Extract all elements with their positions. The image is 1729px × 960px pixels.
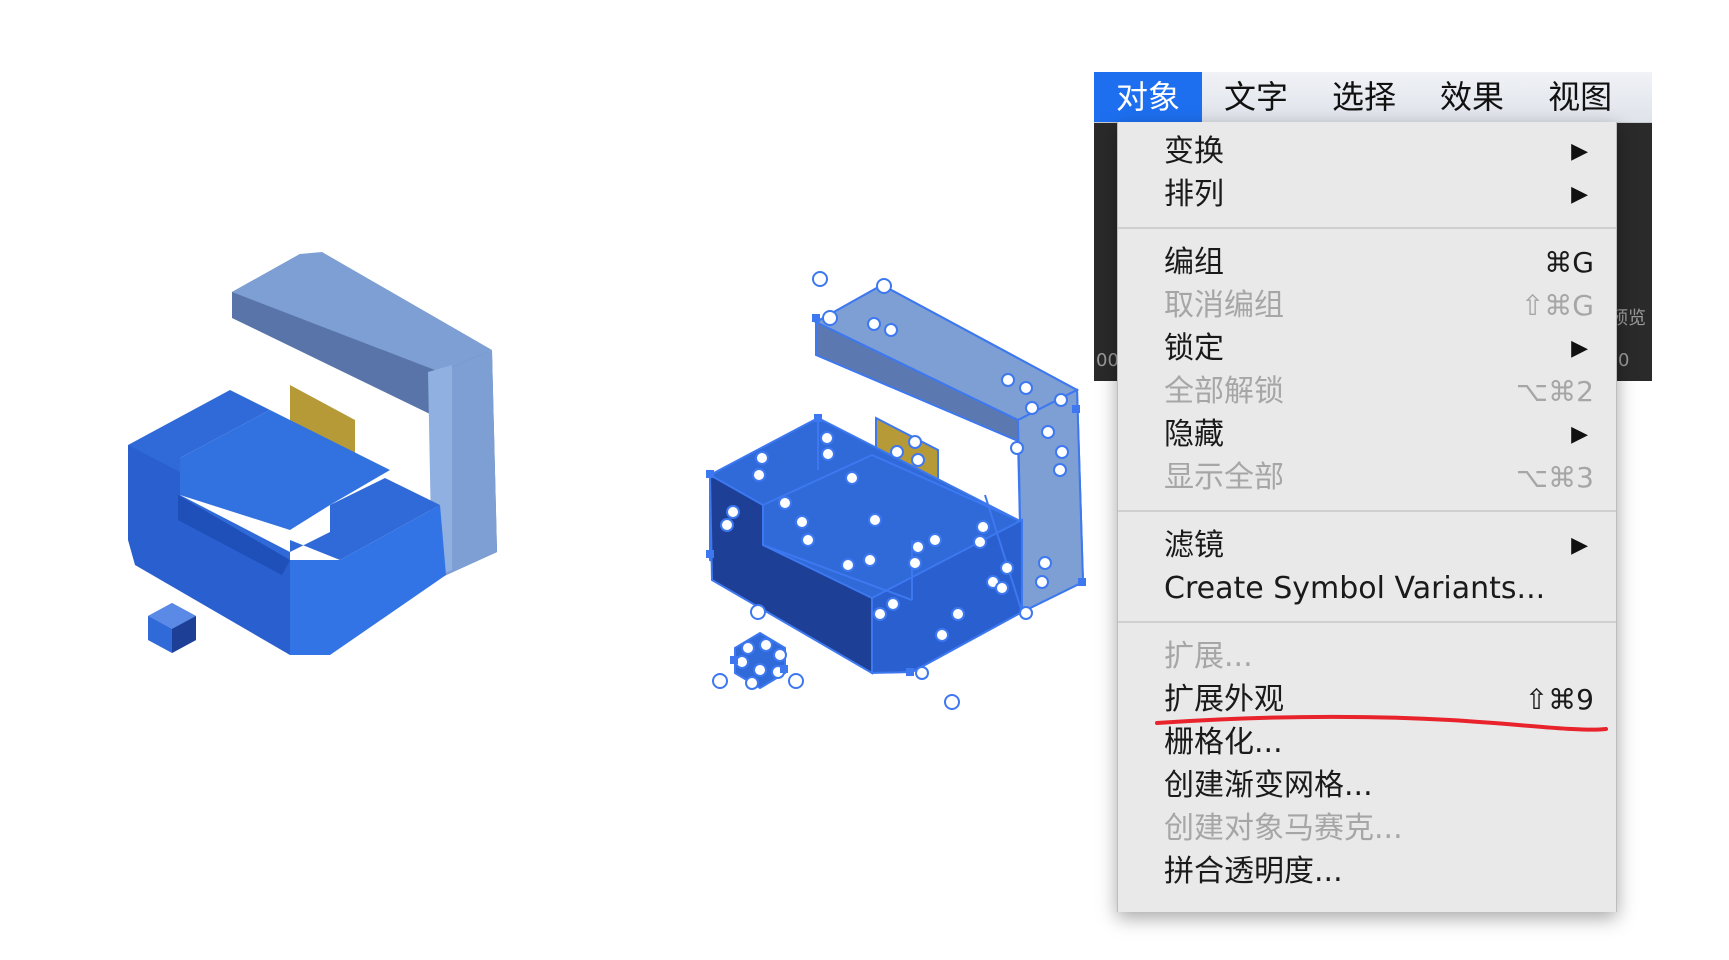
menu-item-label: 扩展外观 — [1164, 682, 1284, 717]
menu-item: 创建对象马赛克... — [1118, 807, 1616, 850]
menu-item-label: 编组 — [1164, 245, 1224, 280]
menu-separator — [1118, 621, 1616, 623]
menu-item-label: 创建对象马赛克... — [1164, 811, 1403, 846]
menu-item[interactable]: 变换 ▶ — [1118, 130, 1616, 173]
menu-item-label: 滤镜 — [1164, 528, 1224, 563]
menu-item-label: 隐藏 — [1164, 417, 1224, 452]
submenu-arrow-icon: ▶ — [1571, 182, 1588, 207]
menubar-item-4[interactable]: 视图 — [1526, 72, 1634, 122]
submenu-arrow-icon: ▶ — [1571, 139, 1588, 164]
strip-text-left: 00 — [1096, 350, 1119, 371]
submenu-arrow-icon: ▶ — [1571, 422, 1588, 447]
menu-item[interactable]: 排列 ▶ — [1118, 173, 1616, 216]
menu-item-shortcut: ⇧⌘9 — [1524, 683, 1594, 716]
menu-item[interactable]: 编组 ⌘G — [1118, 241, 1616, 284]
menu-item: 取消编组 ⇧⌘G — [1118, 284, 1616, 327]
app-menubar: 对象 文字 选择 效果 视图 — [1094, 72, 1652, 123]
menu-item[interactable]: 滤镜 ▶ — [1118, 524, 1616, 567]
menu-item-shortcut: ⇧⌘G — [1520, 289, 1594, 322]
menu-item-shortcut: ⌥⌘3 — [1515, 461, 1594, 494]
menu-item-label: 锁定 — [1164, 331, 1224, 366]
menu-separator — [1118, 510, 1616, 512]
object-menu-dropdown: 变换 ▶ 排列 ▶ 编组 ⌘G 取消编组 ⇧⌘G 锁定 ▶ 全部解锁 ⌥⌘2 隐藏 ▶ 显示全部 ⌥⌘3 滤镜 ▶… — [1117, 122, 1617, 912]
menubar-item-3[interactable]: 效果 — [1418, 72, 1526, 122]
menu-item-label: 排列 — [1164, 177, 1224, 212]
menu-item[interactable]: 栅格化... — [1118, 721, 1616, 764]
menu-item: 显示全部 ⌥⌘3 — [1118, 456, 1616, 499]
menu-item[interactable]: 扩展外观 ⇧⌘9 — [1118, 678, 1616, 721]
menu-item-shortcut: ⌥⌘2 — [1515, 375, 1594, 408]
menu-item-label: 全部解锁 — [1164, 374, 1284, 409]
submenu-arrow-icon: ▶ — [1571, 336, 1588, 361]
menu-item: 扩展... — [1118, 635, 1616, 678]
menu-item-label: 变换 — [1164, 134, 1224, 169]
menu-item-label: 显示全部 — [1164, 460, 1284, 495]
menu-item-label: 栅格化... — [1164, 725, 1283, 760]
menu-item-shortcut: ⌘G — [1544, 246, 1594, 279]
menubar-item-1[interactable]: 文字 — [1202, 72, 1310, 122]
menu-item-label: 取消编组 — [1164, 288, 1284, 323]
menu-item-label: Create Symbol Variants... — [1164, 571, 1546, 606]
menu-separator — [1118, 227, 1616, 229]
menu-item-label: 创建渐变网格... — [1164, 768, 1373, 803]
menu-item-label: 拼合透明度... — [1164, 854, 1343, 889]
strip-text-right: 0 — [1618, 350, 1630, 371]
menu-item[interactable]: 隐藏 ▶ — [1118, 413, 1616, 456]
isometric-sofa-selected-icon — [706, 271, 1086, 710]
menu-item[interactable]: Create Symbol Variants... — [1118, 567, 1616, 610]
menu-item: 全部解锁 ⌥⌘2 — [1118, 370, 1616, 413]
menu-item[interactable]: 拼合透明度... — [1118, 850, 1616, 893]
menu-item-label: 扩展... — [1164, 639, 1253, 674]
menu-item[interactable]: 锁定 ▶ — [1118, 327, 1616, 370]
menubar-item-2[interactable]: 选择 — [1310, 72, 1418, 122]
submenu-arrow-icon: ▶ — [1571, 533, 1588, 558]
menu-item[interactable]: 创建渐变网格... — [1118, 764, 1616, 807]
menubar-item-0[interactable]: 对象 — [1094, 72, 1203, 122]
